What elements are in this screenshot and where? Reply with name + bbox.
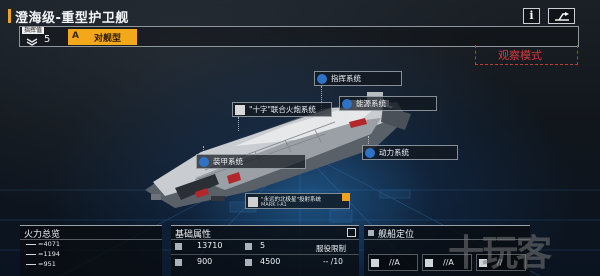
- speed-icon: [245, 259, 252, 266]
- system-power[interactable]: 动力系统: [362, 145, 458, 160]
- firepower-row: =1194: [26, 250, 60, 258]
- system-armor[interactable]: 装甲系统: [196, 154, 306, 169]
- speed-value: 4500: [260, 257, 281, 266]
- system-artillery[interactable]: "十字"联合火炮系统: [232, 102, 332, 117]
- system-command-label: 指挥系统: [331, 74, 361, 83]
- system-power-label: 动力系统: [379, 148, 409, 157]
- projection-weapon-subsystem[interactable]: "永远的北极星"投射系统 MARK I-A1: [245, 193, 350, 209]
- firepower-row: =4071: [26, 240, 60, 248]
- weapon-type-icon: [26, 250, 36, 255]
- armor-value: 900: [197, 257, 213, 266]
- site-watermark: 十玩客: [448, 232, 552, 274]
- firepower-row: =951: [26, 260, 56, 268]
- command-chevron-icon: [26, 38, 38, 46]
- upgrade-badge: [342, 193, 350, 201]
- firepower-value: =951: [38, 260, 56, 268]
- share-button[interactable]: [548, 8, 575, 24]
- system-command[interactable]: 指挥系统: [314, 71, 402, 86]
- weapon-type-icon: [26, 260, 36, 265]
- role-check-icon: [425, 259, 433, 267]
- cost-value: 5: [260, 241, 266, 250]
- ship-class-tag: A 对舰型: [68, 29, 137, 45]
- role-cell[interactable]: //A: [368, 254, 418, 271]
- copy-icon[interactable]: [347, 228, 356, 237]
- class-type-label: 对舰型: [94, 34, 122, 44]
- cost-icon: [245, 243, 252, 250]
- service-limit-value: -- /10: [323, 257, 343, 266]
- title-accent-bar: [8, 9, 11, 23]
- energy-leader-line: [345, 111, 346, 125]
- role-check-icon: [371, 259, 379, 267]
- service-limit-label: 服役限制: [316, 244, 346, 253]
- projection-weapon-icon: [248, 197, 258, 207]
- observe-mode-button[interactable]: 观察模式: [498, 47, 542, 63]
- system-armor-label: 装甲系统: [213, 157, 243, 166]
- base-attributes-panel: 基础属性 13710 5 服役限制 900 4500 -- /10: [171, 225, 359, 276]
- weapon-type-icon: [26, 240, 36, 245]
- ship-title: 澄海级-重型护卫舰: [15, 11, 129, 26]
- energy-system-icon: [342, 99, 352, 109]
- firepower-value: =4071: [38, 240, 60, 248]
- hull-value: 13710: [197, 241, 223, 250]
- firepower-value: =1194: [38, 250, 60, 258]
- firepower-overview-panel: 火力总览 =4071 =1194 =951: [20, 225, 162, 276]
- command-value: 5: [44, 34, 51, 45]
- role-cell-text: //A: [389, 258, 400, 267]
- artillery-system-icon: [235, 105, 245, 115]
- armor-system-icon: [199, 157, 209, 167]
- artillery-leader-line: [238, 117, 239, 131]
- projection-weapon-mark: MARK I-A1: [261, 202, 287, 208]
- command-system-icon: [317, 74, 327, 84]
- role-icon: [368, 230, 374, 236]
- info-button[interactable]: i: [523, 8, 540, 24]
- share-icon: [555, 12, 569, 21]
- hull-icon: [175, 243, 182, 250]
- command-value-label: 指挥值: [22, 27, 45, 34]
- row-divider: [171, 254, 359, 255]
- class-grade-letter: A: [72, 31, 79, 41]
- system-energy[interactable]: 能源系统: [339, 96, 437, 111]
- armor-icon: [175, 259, 182, 266]
- power-system-icon: [365, 148, 375, 158]
- system-energy-label: 能源系统: [356, 99, 386, 108]
- system-artillery-label: "十字"联合火炮系统: [249, 105, 316, 114]
- panel-divider: [171, 239, 359, 240]
